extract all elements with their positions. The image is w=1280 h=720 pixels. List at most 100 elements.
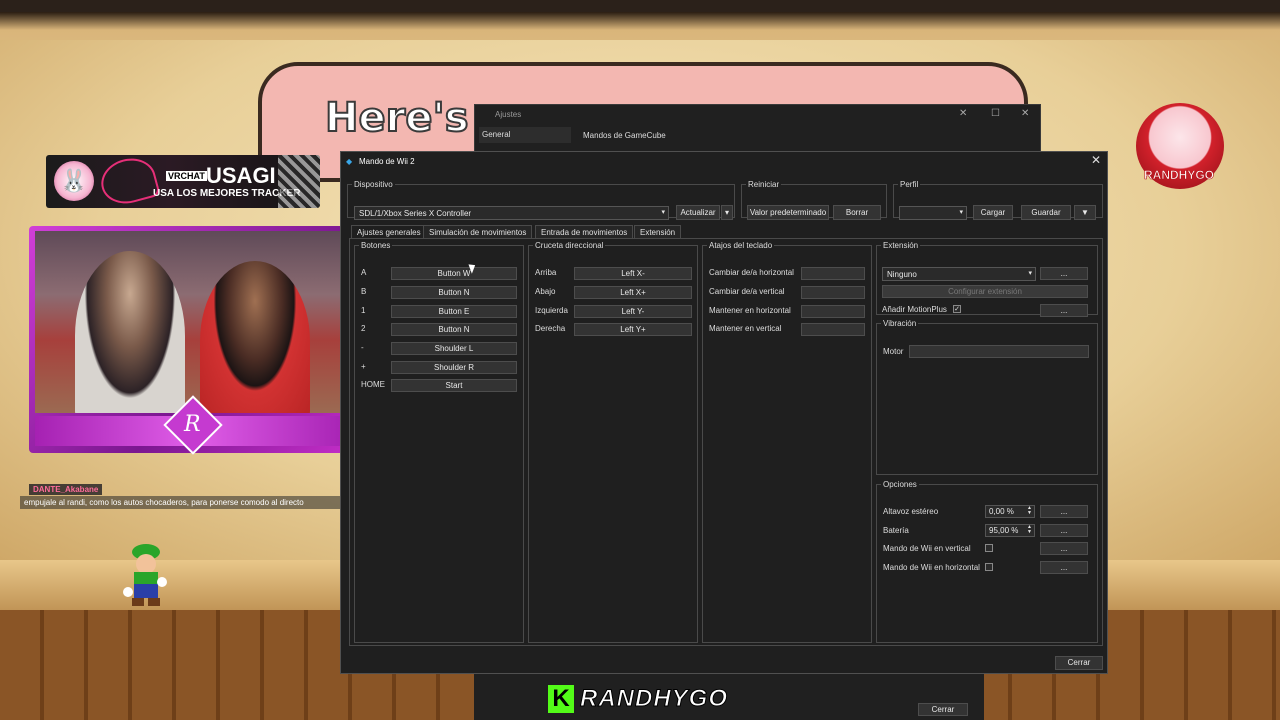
chat-message: empujale al randi, como los autos chocad… <box>20 496 342 509</box>
default-values-button[interactable]: Valor predeterminado <box>747 205 829 220</box>
binding-hotkey-toggle-upright[interactable] <box>801 286 865 299</box>
close-button[interactable]: Cerrar <box>1055 656 1103 670</box>
dpad-label-right: Derecha <box>535 324 566 333</box>
profile-group-label: Perfil <box>900 180 919 189</box>
sideways-checkbox[interactable] <box>985 563 993 571</box>
settings-nav-general[interactable]: General <box>479 127 571 143</box>
luigi-sprite <box>123 544 167 606</box>
dpad-label-left: Izquierda <box>535 306 568 315</box>
speaker-label: Altavoz estéreo <box>883 507 939 516</box>
speaker-spinbox[interactable]: 0,00 % ▲ ▼ <box>985 505 1035 518</box>
maximize-icon[interactable]: ☐ <box>991 108 1000 119</box>
upright-checkbox[interactable] <box>985 544 993 552</box>
vrchat-banner: 🐰 VRCHAT USAGI USA LOS MEJORES TRACKER <box>46 155 320 208</box>
clear-button[interactable]: Borrar <box>833 205 881 220</box>
heart-outline-icon <box>96 155 161 208</box>
configure-extension-button[interactable]: Configurar extensión <box>882 285 1088 298</box>
chevron-down-icon: ▾ <box>959 209 963 216</box>
chat-username: DANTE_Akabane <box>29 484 103 495</box>
battery-spinbox[interactable]: 95,00 % ▲ ▼ <box>985 524 1035 537</box>
device-group: Dispositivo SDL/1/Xbox Series X Controll… <box>347 180 735 220</box>
binding-button-plus[interactable]: Shoulder R <box>391 361 517 374</box>
motor-binding-button[interactable] <box>909 345 1089 358</box>
binding-button-a[interactable]: Button W <box>391 267 517 280</box>
close-icon[interactable]: ✕ <box>1021 108 1029 119</box>
refresh-button[interactable]: Actualizar <box>676 205 720 220</box>
battery-label: Batería <box>883 526 909 535</box>
battery-more-button[interactable]: ... <box>1040 524 1088 537</box>
motionplus-label: Añadir MotionPlus <box>882 305 947 314</box>
binding-dpad-left[interactable]: Left Y- <box>574 305 692 318</box>
buttons-group-label: Botones <box>361 241 391 250</box>
tab-general-settings[interactable]: Ajustes generales <box>351 225 427 239</box>
avatar-logo-text: RANDHYGO <box>1144 168 1215 183</box>
binding-button-b[interactable]: Button N <box>391 286 517 299</box>
device-select[interactable]: SDL/1/Xbox Series X Controller ▾ <box>354 206 669 220</box>
banner-tag: VRCHAT <box>166 171 207 181</box>
banner-art <box>278 155 320 208</box>
binding-dpad-up[interactable]: Left X- <box>574 267 692 280</box>
hotkey-label-hold-sideways: Mantener en horizontal <box>709 306 791 315</box>
close-icon[interactable]: ✕ <box>959 108 967 119</box>
button-label-home: HOME <box>361 380 385 389</box>
options-group: Opciones Altavoz estéreo 0,00 % ▲ ▼ ... B… <box>876 480 1098 643</box>
tab-motion-simulation[interactable]: Simulación de movimientos <box>423 225 533 239</box>
profile-select[interactable]: ▾ <box>899 206 967 220</box>
speaker-more-button[interactable]: ... <box>1040 505 1088 518</box>
sideways-more-button[interactable]: ... <box>1040 561 1088 574</box>
profile-menu-button[interactable]: ▼ <box>1074 205 1096 220</box>
binding-button-home[interactable]: Start <box>391 379 517 392</box>
vibration-group-label: Vibración <box>883 319 917 328</box>
settings-close-button[interactable]: Cerrar <box>918 703 968 716</box>
refresh-menu-button[interactable]: ▾ <box>721 205 733 220</box>
binding-button-2[interactable]: Button N <box>391 323 517 336</box>
emblem-letter: R <box>184 412 201 437</box>
streamer-right <box>200 261 310 413</box>
extension-group-label: Extensión <box>883 241 919 250</box>
banner-name: USAGI <box>206 163 276 188</box>
reset-group: Reiniciar Valor predeterminado Borrar <box>741 180 887 220</box>
dolphin-icon: ◆ <box>346 157 353 166</box>
motionplus-checkbox[interactable]: ✓ <box>953 305 961 313</box>
hotkeys-group: Atajos del teclado Cambiar de/a horizont… <box>702 241 872 643</box>
extension-group: Extensión Ninguno ▾ ... Configurar exten… <box>876 241 1098 317</box>
sideways-label: Mando de Wii en horizontal <box>883 563 980 572</box>
binding-button-1[interactable]: Button E <box>391 305 517 318</box>
webcam-frame: R <box>29 226 356 455</box>
binding-hotkey-hold-sideways[interactable] <box>801 305 865 318</box>
extension-more-button[interactable]: ... <box>1040 267 1088 280</box>
extension-select[interactable]: Ninguno ▾ <box>882 267 1036 281</box>
webcam-video <box>35 231 351 413</box>
binding-hotkey-hold-upright[interactable] <box>801 323 865 336</box>
vibration-group: Vibración Motor <box>876 319 1098 475</box>
footer-brand-name: RANDHYGO <box>579 685 729 713</box>
spin-arrows-icon: ▲ ▼ <box>1027 505 1032 516</box>
motionplus-more-button[interactable]: ... <box>1040 304 1088 317</box>
load-profile-button[interactable]: Cargar <box>973 205 1013 220</box>
tab-extension[interactable]: Extensión <box>634 225 682 239</box>
device-group-label: Dispositivo <box>354 180 393 189</box>
streamer-left <box>75 251 185 413</box>
button-label-b: B <box>361 287 367 296</box>
button-label-2: 2 <box>361 324 366 333</box>
tab-content: Botones A Button W B Button N 1 Button E… <box>349 238 1103 646</box>
dpad-label-up: Arriba <box>535 268 557 277</box>
chevron-down-icon: ▼ <box>1081 208 1089 217</box>
spin-arrows-icon: ▲ ▼ <box>1027 524 1032 535</box>
binding-dpad-right[interactable]: Left Y+ <box>574 323 692 336</box>
upright-more-button[interactable]: ... <box>1040 542 1088 555</box>
save-profile-button[interactable]: Guardar <box>1021 205 1071 220</box>
settings-window: Ajustes ✕ ☐ ✕ General Mandos de GameCube <box>474 104 1041 154</box>
device-selected-value: SDL/1/Xbox Series X Controller <box>359 209 472 218</box>
profile-group: Perfil ▾ Cargar Guardar ▼ <box>893 180 1103 220</box>
wiimote-config-dialog: ◆ Mando de Wii 2 ✕ Dispositivo SDL/1/Xbo… <box>340 151 1108 674</box>
buttons-group: Botones A Button W B Button N 1 Button E… <box>354 241 524 643</box>
binding-hotkey-toggle-sideways[interactable] <box>801 267 865 280</box>
binding-button-minus[interactable]: Shoulder L <box>391 342 517 355</box>
close-icon[interactable]: ✕ <box>1091 153 1101 167</box>
binding-dpad-down[interactable]: Left X+ <box>574 286 692 299</box>
battery-value: 95,00 % <box>989 526 1019 535</box>
button-label-plus: + <box>361 362 366 371</box>
tab-motion-input[interactable]: Entrada de movimientos <box>535 225 634 239</box>
upright-label: Mando de Wii en vertical <box>883 544 971 553</box>
